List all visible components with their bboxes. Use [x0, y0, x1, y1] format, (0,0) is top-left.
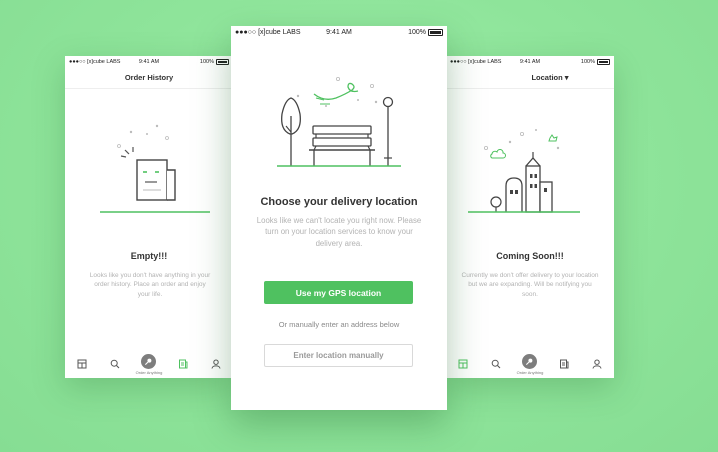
- order-anything-caption: Order Anything: [516, 369, 544, 375]
- page-title: Choose your delivery location: [260, 196, 418, 208]
- tab-bar: Order Anything: [446, 350, 614, 378]
- order-history-screen: ●●●○○ [x]cube LABS 9:41 AM 100% Order Hi…: [65, 56, 233, 378]
- tab-store[interactable]: [71, 352, 93, 376]
- tab-profile[interactable]: [586, 352, 608, 376]
- battery-label: 100%: [408, 29, 426, 36]
- location-message: Looks like we can't locate you right now…: [256, 216, 422, 248]
- delivery-location-screen: ●●●○○ [x]cube LABS 9:41 AM 100% Choose y…: [231, 26, 447, 410]
- orders-icon: [559, 359, 569, 369]
- empty-headline: Empty!!!: [130, 251, 168, 261]
- page-title: Order History: [124, 73, 174, 82]
- search-icon: [492, 359, 501, 369]
- profile-icon: [211, 359, 221, 369]
- battery-label: 100%: [199, 59, 214, 65]
- tab-order-anything[interactable]: Order Anything: [135, 352, 163, 376]
- tab-search[interactable]: [104, 352, 126, 376]
- orders-icon: [178, 359, 188, 369]
- tab-orders[interactable]: [553, 352, 575, 376]
- store-icon: [458, 359, 468, 369]
- city-buildings-icon: [468, 129, 580, 213]
- receipt-empty-icon: [100, 124, 210, 213]
- search-icon: [111, 359, 120, 369]
- empty-message: Looks like you don't have anything in yo…: [89, 272, 211, 298]
- nav-bar: Location ▾: [446, 68, 614, 89]
- status-bar: ●●●○○ [x]cube LABS 9:41 AM 100%: [446, 56, 614, 68]
- coming-soon-screen: ●●●○○ [x]cube LABS 9:41 AM 100% Location…: [446, 56, 614, 378]
- status-bar: ●●●○○ [x]cube LABS 9:41 AM 100%: [231, 26, 447, 40]
- battery-icon: [428, 29, 443, 36]
- battery-indicator: 100%: [581, 59, 610, 65]
- profile-icon: [592, 359, 602, 369]
- enter-location-manually-button[interactable]: Enter location manually: [264, 344, 413, 367]
- tab-store[interactable]: [452, 352, 474, 376]
- status-bar: ●●●○○ [x]cube LABS 9:41 AM 100%: [65, 56, 233, 68]
- battery-label: 100%: [580, 59, 595, 65]
- location-selector[interactable]: Location ▾: [486, 73, 614, 82]
- coming-soon-headline: Coming Soon!!!: [496, 251, 564, 261]
- order-anything-icon: [141, 353, 157, 369]
- tab-order-anything[interactable]: Order Anything: [516, 352, 544, 376]
- coming-soon-message: Currently we don't offer delivery to you…: [461, 272, 599, 298]
- store-icon: [77, 359, 87, 369]
- use-gps-location-button[interactable]: Use my GPS location: [264, 281, 413, 304]
- nav-bar: Order History: [65, 68, 233, 89]
- tab-orders[interactable]: [172, 352, 194, 376]
- battery-indicator: 100%: [200, 59, 229, 65]
- park-bench-icon: [277, 76, 401, 167]
- order-anything-caption: Order Anything: [135, 369, 163, 375]
- order-anything-icon: [522, 353, 538, 369]
- tab-profile[interactable]: [205, 352, 227, 376]
- manual-entry-hint: Or manually enter an address below: [278, 320, 400, 329]
- tab-bar: Order Anything: [65, 350, 233, 378]
- battery-indicator: 100%: [408, 29, 443, 36]
- battery-icon: [597, 59, 610, 65]
- tab-search[interactable]: [485, 352, 507, 376]
- battery-icon: [216, 59, 229, 65]
